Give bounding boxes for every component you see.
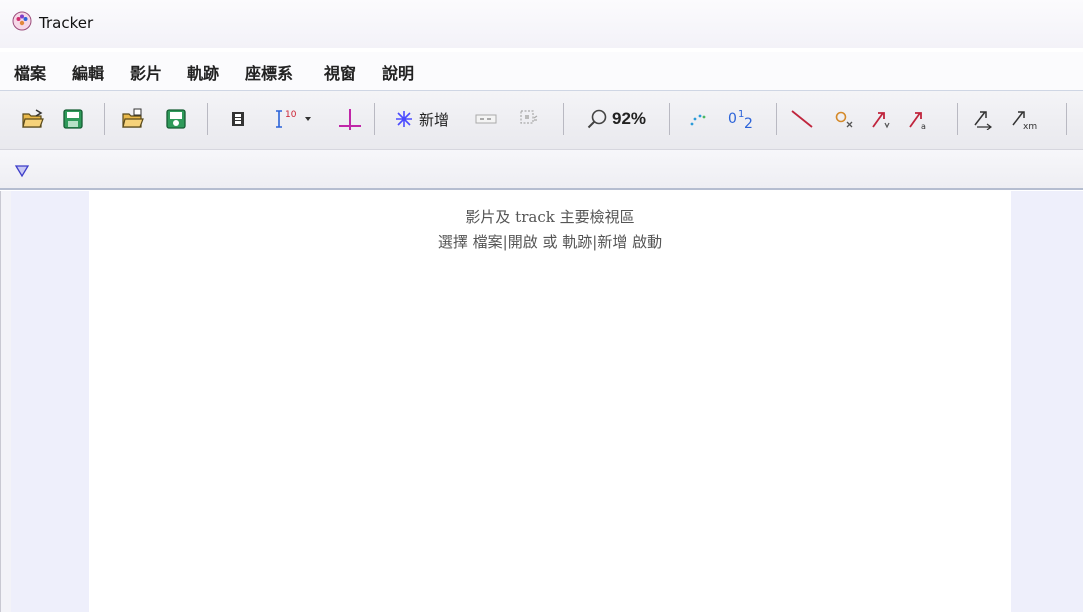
autotracker-icon (520, 110, 538, 124)
menu-video[interactable]: 影片 (130, 60, 162, 84)
toolbar-separator (776, 103, 777, 135)
viewer-hint-text: 選擇 檔案|開啟 或 軌跡|新增 啟動 (437, 233, 663, 251)
velocity-arrow-icon (872, 112, 890, 129)
import-folder-icon (122, 108, 144, 128)
svg-text:xm: xm (1023, 122, 1037, 130)
menu-window[interactable]: 視窗 (324, 60, 356, 84)
acceleration-arrow-icon: a (909, 112, 926, 130)
menu-coords[interactable]: 座標系 (245, 60, 293, 84)
chevron-down-icon (305, 117, 311, 121)
video-viewer: 影片及 track 主要檢視區 選擇 檔案|開啟 或 軌跡|新增 啟動 (0, 191, 1083, 612)
axes-icon (339, 109, 361, 130)
toolbar-separator (669, 103, 670, 135)
menu-edit[interactable]: 編輯 (72, 60, 104, 84)
main-toolbar: 10 新增 92% 0 1 2 a xm (0, 91, 1083, 150)
clip-settings-button[interactable] (226, 101, 250, 137)
calibration-stick-icon: 10 (276, 110, 297, 128)
new-track-button[interactable]: 新增 (384, 101, 460, 137)
viewer-title-text: 影片及 track 主要檢視區 (465, 208, 635, 226)
save-disk-icon (63, 109, 83, 129)
toolbar-separator (1066, 103, 1067, 135)
import-video-button[interactable] (118, 101, 148, 137)
track-path-button[interactable] (788, 101, 818, 137)
zoom-level: 92% (611, 109, 647, 128)
track-control-button[interactable] (472, 101, 500, 137)
svg-text:10: 10 (285, 110, 297, 120)
menu-help[interactable]: 說明 (382, 60, 414, 84)
coordinate-axes-button[interactable] (335, 101, 365, 137)
title-bar: Tracker (0, 0, 1083, 48)
position-marker-icon (835, 111, 853, 128)
trails-button[interactable] (682, 101, 712, 137)
toolbar-separator (374, 103, 375, 135)
point-labels-button[interactable]: 0 1 2 (722, 101, 762, 137)
zoom-button[interactable]: 92% (575, 101, 657, 137)
window-title: Tracker (39, 14, 94, 32)
point-labels-icon: 0 1 2 (728, 109, 753, 132)
video-canvas[interactable]: 影片及 track 主要檢視區 選擇 檔案|開啟 或 軌跡|新增 啟動 (89, 191, 1011, 612)
mass-vector-button[interactable]: xm (1006, 101, 1040, 137)
tracker-app-icon (12, 11, 32, 31)
toolbar-separator (104, 103, 105, 135)
menu-file[interactable]: 檔案 (14, 60, 46, 84)
menu-bar: 檔案 編輯 影片 軌跡 座標系 視窗 說明 (0, 52, 1083, 91)
open-button[interactable] (18, 101, 48, 137)
new-track-label: 新增 (418, 110, 449, 129)
menu-track[interactable]: 軌跡 (187, 60, 219, 84)
svg-text:a: a (921, 122, 926, 130)
track-control-icon (475, 114, 497, 124)
open-folder-icon (22, 109, 44, 128)
mass-arrow-icon: xm (1012, 111, 1037, 130)
new-star-icon (395, 111, 412, 127)
position-button[interactable] (830, 101, 860, 137)
export-button[interactable] (161, 101, 191, 137)
view-toolbar (0, 150, 1083, 190)
svg-text:2: 2 (744, 116, 753, 132)
save-button[interactable] (58, 101, 88, 137)
acceleration-button[interactable]: a (903, 101, 933, 137)
viewer-left-edge (0, 191, 11, 612)
x-component-arrow-icon (974, 111, 992, 130)
trail-dots-icon (690, 114, 706, 126)
export-disk-icon (166, 109, 186, 129)
magnifier-icon (587, 109, 607, 129)
toolbar-separator (207, 103, 208, 135)
x-component-button[interactable] (969, 101, 999, 137)
velocity-button[interactable] (866, 101, 896, 137)
toolbar-separator (957, 103, 958, 135)
film-strip-icon (232, 112, 244, 126)
svg-text:0: 0 (728, 111, 737, 127)
calibration-tools-dropdown[interactable]: 10 (266, 101, 322, 137)
toolbar-separator (563, 103, 564, 135)
path-line-icon (791, 110, 813, 128)
triangle-down-icon[interactable] (14, 164, 30, 178)
autotracker-button[interactable] (514, 101, 544, 137)
